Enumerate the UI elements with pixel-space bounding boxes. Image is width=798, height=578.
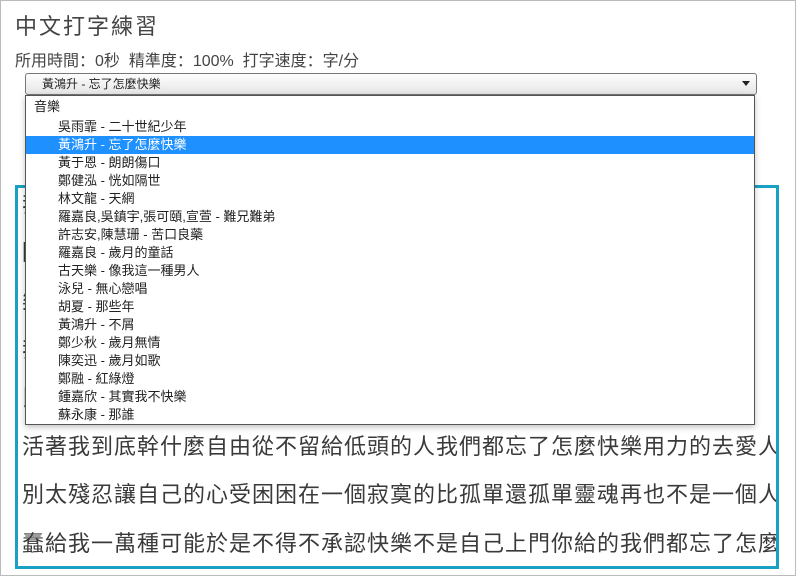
time-label: 所用時間： <box>15 53 95 70</box>
dropdown-item[interactable]: 胡夏 - 那些年 <box>26 298 754 316</box>
dropdown-group-label: 音樂 <box>26 96 754 118</box>
time-value: 0秒 <box>95 53 120 70</box>
passage-line: 蠢給我一萬種可能於是不得不承認快樂不是自己上門你給的我們都忘了怎麼快樂拼了命的 <box>22 531 772 557</box>
dropdown-item[interactable]: 古天樂 - 像我這一種男人 <box>26 262 754 280</box>
dropdown-item[interactable]: 泳兒 - 無心戀唱 <box>26 280 754 298</box>
page-title: 中文打字練習 <box>1 1 795 41</box>
dropdown-item[interactable]: 鍾嘉欣 - 其實我不快樂 <box>26 388 754 406</box>
speed-value: 字/分 <box>323 53 359 70</box>
dropdown-item[interactable]: 林文龍 - 天網 <box>26 190 754 208</box>
passage-line: 活著我到底幹什麼自由從不留給低頭的人我們都忘了怎麼快樂用力的去愛人讓自己完整就 <box>22 434 772 460</box>
accuracy-label: 精準度： <box>129 53 193 70</box>
speed-label: 打字速度： <box>243 53 323 70</box>
dropdown-item[interactable]: 黃于恩 - 朗朗傷口 <box>26 154 754 172</box>
dropdown-item[interactable]: 鄭健泓 - 恍如隔世 <box>26 172 754 190</box>
dropdown-item[interactable]: 陳奕迅 - 歲月如歌 <box>26 352 754 370</box>
dropdown-item[interactable]: 鄭融 - 紅綠燈 <box>26 370 754 388</box>
passage-line: 別太殘忍讓自己的心受困困在一個寂寞的比孤單還孤單靈魂再也不是一個人揮霍生命太愚 <box>22 482 772 508</box>
dropdown-item[interactable]: 許志安,陳慧珊 - 苦口良藥 <box>26 226 754 244</box>
song-select-value: 黃鴻升 - 忘了怎麼快樂 <box>42 77 161 91</box>
song-dropdown[interactable]: 音樂 吳雨霏 - 二十世紀少年黃鴻升 - 忘了怎麼快樂黃于恩 - 朗朗傷口鄭健泓… <box>25 95 755 425</box>
dropdown-item[interactable]: 吳雨霏 - 二十世紀少年 <box>26 118 754 136</box>
song-select[interactable]: 黃鴻升 - 忘了怎麼快樂 <box>25 73 757 95</box>
dropdown-item[interactable]: 鄭少秋 - 歲月無情 <box>26 334 754 352</box>
dropdown-item[interactable]: 羅嘉良,吳鎮宇,張可頤,宣萱 - 難兄難弟 <box>26 208 754 226</box>
dropdown-item[interactable]: 李克勤,陳苑淇 - 合久必婚 <box>26 424 754 425</box>
dropdown-item[interactable]: 黃鴻升 - 不屑 <box>26 316 754 334</box>
dropdown-item[interactable]: 蘇永康 - 那誰 <box>26 406 754 424</box>
chevron-down-icon <box>742 81 750 86</box>
dropdown-item[interactable]: 黃鴻升 - 忘了怎麼快樂 <box>26 136 754 154</box>
accuracy-value: 100% <box>193 53 234 70</box>
dropdown-item[interactable]: 羅嘉良 - 歲月的童話 <box>26 244 754 262</box>
